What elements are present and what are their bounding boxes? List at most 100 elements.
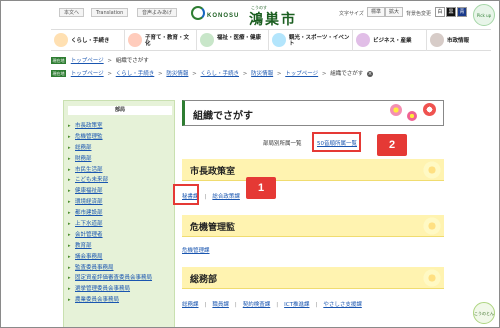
business-icon xyxy=(356,33,370,47)
section-header-mayor-policy: 市長政策室 xyxy=(182,159,444,181)
flower-icon xyxy=(390,104,402,116)
breadcrumb-link[interactable]: くらし・手続き xyxy=(201,71,240,77)
nav-label: ビジネス・産業 xyxy=(373,38,412,44)
highlight-box-2 xyxy=(312,132,361,152)
section-links: 総務課 | 職員課 | 契約検査課 | ICT推進課 | やさしさ支援課 xyxy=(182,300,362,308)
link-separator: | xyxy=(204,302,207,308)
sidebar-item[interactable]: 選挙管理委員会事務局 xyxy=(68,284,172,295)
sidebar-item[interactable]: 教育部 xyxy=(68,241,172,252)
nav-item-tourism[interactable]: 観光・スポーツ・イベント xyxy=(269,30,353,51)
section-header-general-affairs: 総務部 xyxy=(182,267,444,289)
health-icon xyxy=(200,33,214,47)
sidebar-item[interactable]: 議会事務局 xyxy=(68,252,172,263)
step-badge-1: 1 xyxy=(246,177,276,199)
breadcrumb-separator: > xyxy=(321,71,327,77)
nav-item-welfare[interactable]: 福祉・医療・健康 xyxy=(197,30,269,51)
sidebar-item[interactable]: 上下水道部 xyxy=(68,219,172,230)
dept-link[interactable]: 総合政策課 xyxy=(212,194,240,200)
page-title-box: 組織でさがす xyxy=(182,100,444,126)
breadcrumb-separator: > xyxy=(242,71,248,77)
flower-icon xyxy=(407,111,417,121)
breadcrumb-current: 組織でさがす xyxy=(115,58,149,64)
flower-icon xyxy=(423,103,436,116)
breadcrumb-separator: > xyxy=(107,71,112,77)
translation-button[interactable]: Translation xyxy=(91,8,129,17)
nav-item-cityinfo[interactable]: 市政情報 xyxy=(427,30,491,51)
breadcrumb-link[interactable]: トップページ xyxy=(285,71,318,77)
read-aloud-button[interactable]: 音声よみあげ xyxy=(137,8,178,17)
section-title: 危機管理監 xyxy=(190,223,236,233)
current-location-tag: 現在地 xyxy=(51,70,66,77)
sidebar-item[interactable]: 都市建設部 xyxy=(68,208,172,219)
department-list-label: 部局別所属一覧 xyxy=(263,141,302,147)
sidebar-item[interactable]: 農業委員会事務局 xyxy=(68,295,172,306)
link-separator: | xyxy=(276,302,279,308)
breadcrumb-link[interactable]: トップページ xyxy=(71,71,104,77)
sidebar-item[interactable]: 危機管理監 xyxy=(68,132,172,143)
family-icon xyxy=(54,33,68,47)
sidebar-item[interactable]: 固定資産評価審査委員会事務局 xyxy=(68,273,172,284)
dept-link[interactable]: ICT推進課 xyxy=(284,302,309,308)
font-size-standard-button[interactable]: 標準 xyxy=(367,7,386,17)
nav-label: くらし・手続き xyxy=(71,38,110,44)
sidebar-item[interactable]: 財務部 xyxy=(68,154,172,165)
breadcrumb-current: 組織でさがす xyxy=(330,71,364,77)
link-separator: | xyxy=(204,194,207,200)
contrast-white-button[interactable]: 白 xyxy=(435,7,445,17)
section-title: 市長政策室 xyxy=(190,167,236,177)
sidebar-heading: 部局 xyxy=(68,106,172,115)
page-title: 組織でさがす xyxy=(193,111,253,122)
link-separator: | xyxy=(315,302,318,308)
flower-icon xyxy=(422,216,442,236)
breadcrumb-separator: > xyxy=(276,71,282,77)
breadcrumb-link[interactable]: くらし・手続き xyxy=(116,71,155,77)
close-icon[interactable]: × xyxy=(367,70,374,77)
stork-logo-icon xyxy=(191,6,205,20)
pickup-button[interactable]: Pick up xyxy=(473,4,495,26)
browser-page: 本文へ Translation 音声よみあげ KONOSU こうのす 鴻巣市 文… xyxy=(0,0,500,328)
nav-label: 子育て・教育・文化 xyxy=(145,35,190,47)
flower-icon xyxy=(422,160,442,180)
site-logo[interactable]: KONOSU こうのす 鴻巣市 xyxy=(191,4,311,28)
dept-link[interactable]: 契約検査課 xyxy=(243,302,271,308)
dept-link[interactable]: 職員課 xyxy=(212,302,229,308)
logo-english: KONOSU xyxy=(207,13,240,19)
sidebar-item[interactable]: 監査委員事務局 xyxy=(68,263,172,274)
dept-link[interactable]: 総務課 xyxy=(182,302,199,308)
helper-mascot-button[interactable]: こうのとん xyxy=(473,302,495,324)
section-title: 総務部 xyxy=(190,275,218,285)
contrast-blue-button[interactable]: 青 xyxy=(457,7,467,17)
font-size-large-button[interactable]: 拡大 xyxy=(385,7,404,17)
breadcrumb-link[interactable]: トップページ xyxy=(71,58,104,64)
nav-item-living[interactable]: くらし・手続き xyxy=(51,30,125,51)
nav-item-childcare[interactable]: 子育て・教育・文化 xyxy=(125,30,197,51)
dept-link[interactable]: 危機管理課 xyxy=(182,248,210,254)
nav-item-business[interactable]: ビジネス・産業 xyxy=(353,30,427,51)
breadcrumb-link[interactable]: 防災情報 xyxy=(166,71,188,77)
step-badge-2: 2 xyxy=(377,134,407,156)
child-icon xyxy=(128,33,142,47)
sidebar-item[interactable]: 市長政策室 xyxy=(68,121,172,132)
department-sidebar: 部局 市長政策室危機管理監総務部財務部市民生活部こども未来部健康福祉部環境経済部… xyxy=(63,100,175,327)
sidebar-item[interactable]: 健康福祉部 xyxy=(68,186,172,197)
breadcrumb: 現在地 トップページ > 組織でさがす xyxy=(51,57,471,66)
sidebar-item[interactable]: 会計管理者 xyxy=(68,230,172,241)
nav-label: 観光・スポーツ・イベント xyxy=(289,35,350,47)
highlight-box-1 xyxy=(173,184,199,205)
cityhall-icon xyxy=(430,33,444,47)
breadcrumb-link[interactable]: 防災情報 xyxy=(251,71,273,77)
sidebar-item[interactable]: 市民生活部 xyxy=(68,165,172,176)
breadcrumb-separator: > xyxy=(158,71,163,77)
sidebar-item[interactable]: 環境経済部 xyxy=(68,197,172,208)
breadcrumb-separator: > xyxy=(192,71,197,77)
dept-link[interactable]: やさしさ支援課 xyxy=(323,302,362,308)
contrast-black-button[interactable]: 黒 xyxy=(446,7,456,17)
logo-japanese: 鴻巣市 xyxy=(249,12,297,28)
section-links: 危機管理課 xyxy=(182,246,210,254)
flower-icon xyxy=(422,268,442,288)
sidebar-item[interactable]: 総務部 xyxy=(68,143,172,154)
section-header-crisis-management: 危機管理監 xyxy=(182,215,444,237)
skip-to-content-button[interactable]: 本文へ xyxy=(59,8,85,17)
contrast-label: 背景色変更 xyxy=(406,11,432,17)
sidebar-item[interactable]: こども未来部 xyxy=(68,175,172,186)
